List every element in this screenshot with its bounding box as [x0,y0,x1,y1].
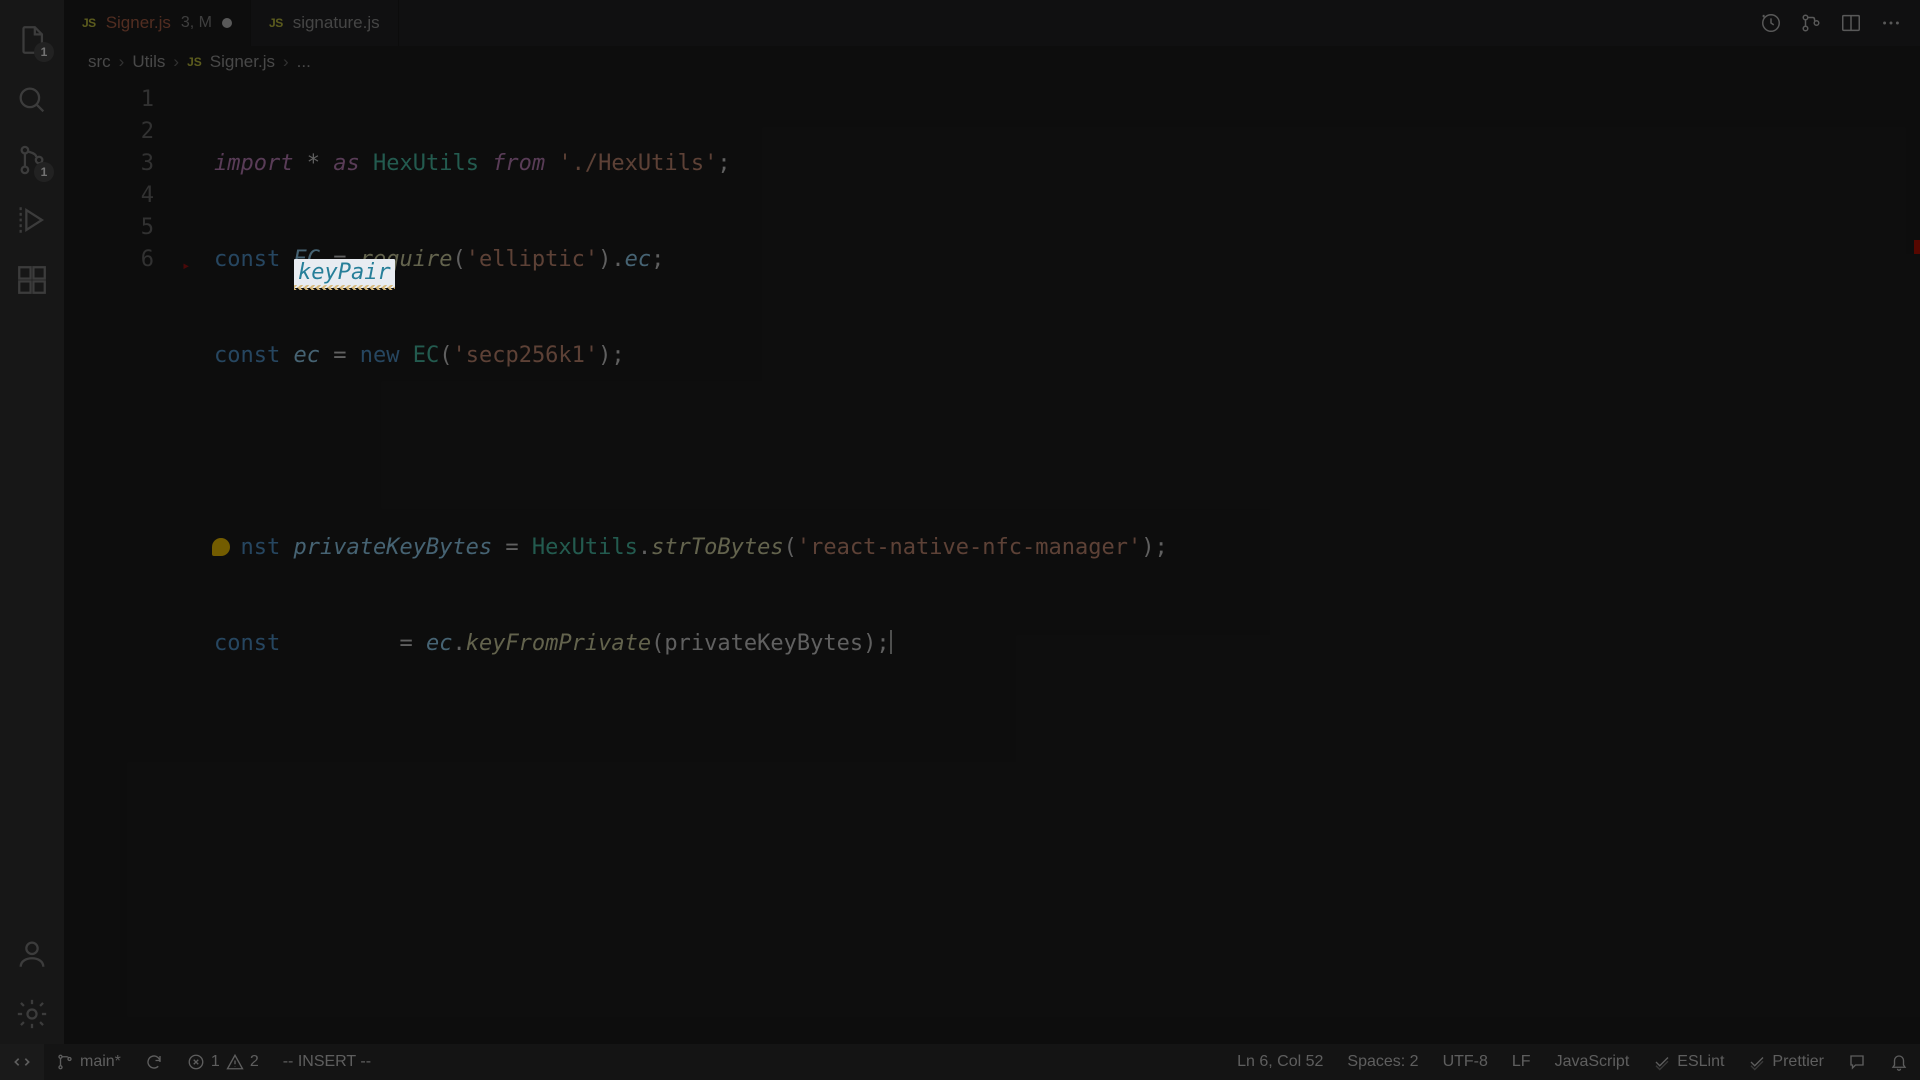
cursor-position[interactable]: Ln 6, Col 52 [1225,1053,1335,1071]
check-icon [1653,1053,1671,1071]
overview-error-marker[interactable] [1914,240,1920,254]
sync-button[interactable] [133,1053,175,1071]
debug-button[interactable] [0,190,64,250]
crumb-src[interactable]: src [88,52,111,72]
sync-icon [145,1053,163,1071]
code-content[interactable]: import * as HexUtils from './HexUtils'; … [214,84,1904,724]
bell-icon [1890,1053,1908,1071]
prettier-status[interactable]: Prettier [1736,1053,1836,1071]
remote-button[interactable] [0,1044,44,1080]
branch-indicator[interactable]: main* [44,1053,133,1071]
tab-signature[interactable]: JS signature.js [251,0,399,46]
language-mode[interactable]: JavaScript [1543,1053,1642,1071]
activity-bar: 1 1 [0,0,64,1044]
branch-icon [56,1053,74,1071]
dirty-indicator-icon [222,18,232,28]
problems-indicator[interactable]: 1 2 [175,1053,271,1071]
search-button[interactable] [0,70,64,130]
timeline-icon[interactable] [1760,12,1782,34]
fold-indicator-icon[interactable]: ▸ [182,250,190,282]
extensions-button[interactable] [0,250,64,310]
status-bar: main* 1 2 -- INSERT -- Ln 6, Col 52 Spac… [0,1044,1920,1080]
tab-filename: Signer.js [106,13,171,33]
crumb-symbol[interactable]: ... [297,52,311,72]
editor-actions [1760,0,1920,46]
accounts-button[interactable] [0,924,64,984]
settings-button[interactable] [0,984,64,1044]
feedback-icon [1848,1053,1866,1071]
text-cursor [890,630,892,654]
js-icon: JS [269,16,283,30]
chevron-right-icon: › [283,52,289,72]
breadcrumb[interactable]: src › Utils › JS Signer.js › ... [64,46,1920,78]
compare-icon[interactable] [1800,12,1822,34]
line-gutter: 123 456 [64,78,184,1044]
tab-bar: JS Signer.js 3, M JS signature.js [64,0,1920,46]
explorer-badge: 1 [34,42,54,62]
scm-badge: 1 [34,162,54,182]
code-editor[interactable]: 123 456 ▸ import * as HexUtils from './H… [64,78,1920,1044]
split-editor-icon[interactable] [1840,12,1862,34]
eol[interactable]: LF [1500,1053,1543,1071]
lightbulb-icon[interactable] [212,538,230,556]
scm-button[interactable]: 1 [0,130,64,190]
notifications-button[interactable] [1878,1053,1920,1071]
crumb-utils[interactable]: Utils [132,52,165,72]
error-icon [187,1053,205,1071]
feedback-button[interactable] [1836,1053,1878,1071]
eslint-status[interactable]: ESLint [1641,1053,1736,1071]
js-icon: JS [187,55,202,69]
encoding[interactable]: UTF-8 [1431,1053,1500,1071]
crumb-file[interactable]: Signer.js [210,52,275,72]
more-icon[interactable] [1880,12,1902,34]
tab-filename: signature.js [293,13,380,33]
warning-icon [226,1053,244,1071]
explorer-button[interactable]: 1 [0,10,64,70]
chevron-right-icon: › [119,52,125,72]
tab-signer[interactable]: JS Signer.js 3, M [64,0,251,46]
indentation[interactable]: Spaces: 2 [1335,1053,1430,1071]
tab-annotation: 3, M [181,14,212,32]
chevron-right-icon: › [173,52,179,72]
js-icon: JS [82,16,96,30]
check-icon [1748,1053,1766,1071]
vim-mode: -- INSERT -- [271,1053,383,1071]
